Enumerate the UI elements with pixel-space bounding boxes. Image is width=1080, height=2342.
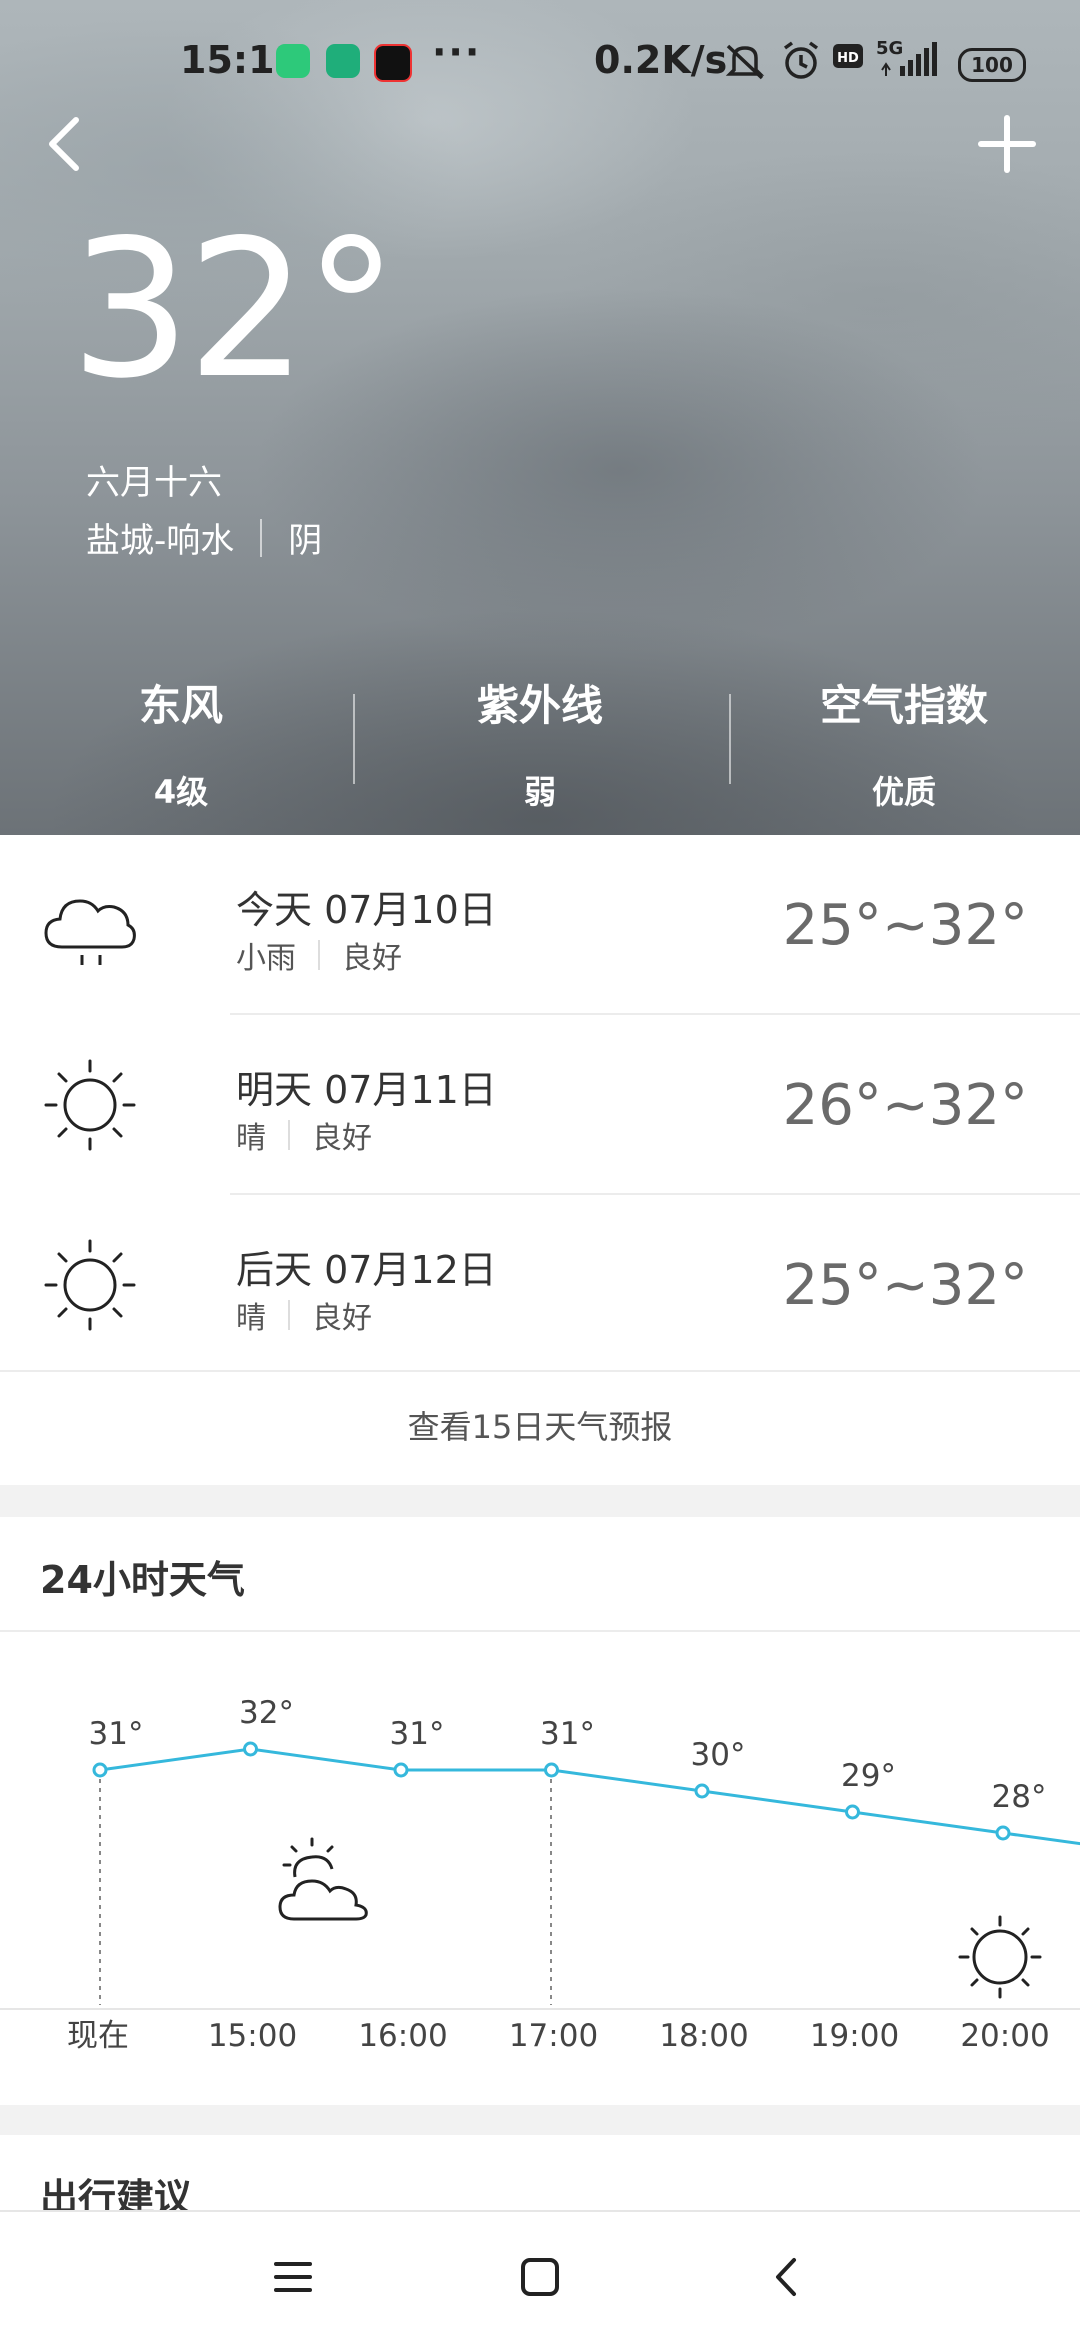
temperature-point — [694, 1783, 710, 1799]
temperature-label: 31° — [390, 1716, 445, 1752]
temperature-label: 32° — [239, 1695, 294, 1731]
temperature-point — [92, 1762, 108, 1778]
system-nav-bar — [0, 2210, 1080, 2342]
hd-icon: HD — [833, 44, 863, 68]
app-icon-fingerprint — [326, 44, 360, 78]
temperature-point — [995, 1825, 1011, 1841]
hour-tick-label: 18:00 — [659, 2018, 748, 2054]
temperature-label: 31° — [89, 1716, 144, 1752]
forecast-air: 良好 — [342, 941, 402, 976]
hour-tick-label: 19:00 — [810, 2018, 899, 2054]
app-icon-green — [276, 44, 310, 78]
temperature-label: 31° — [540, 1716, 595, 1752]
hour-tick-label: 15:00 — [208, 2018, 297, 2054]
net-speed: 0.2K/s — [594, 38, 728, 82]
forecast-date: 明天 07月11日 — [236, 1068, 497, 1112]
forecast-weather: 晴 — [236, 1121, 266, 1156]
hourly-temperature-chart[interactable]: 31° 现在 32° 15:00 31° 16:00 31° 17:00 30° 18:00 29°… — [0, 1517, 1080, 2105]
forecast-range: 26°~32° — [782, 1073, 1028, 1138]
forecast-desc-divider — [288, 1120, 290, 1150]
forecast-weather: 晴 — [236, 1301, 266, 1336]
view-15-day-forecast-link[interactable]: 查看15日天气预报 — [0, 1370, 1080, 1487]
forecast-desc-divider — [288, 1300, 290, 1330]
metric-label: 东风 — [138, 681, 223, 730]
metric-label: 空气指数 — [819, 681, 988, 730]
forecast-range: 25°~32° — [782, 1253, 1028, 1318]
alarm-icon — [783, 41, 819, 79]
back-chevron-icon[interactable] — [38, 112, 90, 176]
temperature-point — [544, 1762, 559, 1778]
forecast-date: 后天 07月12日 — [236, 1248, 497, 1292]
sun-icon — [958, 1915, 1042, 1999]
forecast-row-today[interactable]: 今天 07月10日 小雨 良好 25°~32° — [0, 835, 1080, 1014]
sun-icon — [44, 1239, 136, 1331]
hourly-weather-card: 24小时天气 31° 现在 32° 15:00 31° 16:00 31° 17:00 30° 1… — [0, 1517, 1080, 2105]
temperature-label: 30° — [691, 1737, 746, 1773]
temperature-point — [393, 1762, 409, 1778]
forecast-row-tomorrow[interactable]: 明天 07月11日 晴 良好 26°~32° — [0, 1015, 1080, 1194]
signal-icon — [881, 42, 937, 76]
hour-tick-label: 现在 — [67, 2018, 129, 2054]
status-bar: 15:11 ··· 0.2K/s HD 5G 100 — [0, 0, 1080, 120]
forecast-date: 今天 07月10日 — [236, 888, 497, 932]
metric-divider — [729, 694, 731, 784]
hour-tick-label: 17:00 — [509, 2018, 598, 2054]
temperature-point — [243, 1741, 258, 1757]
location-divider — [260, 518, 263, 557]
partly-cloudy-icon — [278, 1837, 368, 1921]
temperature-point — [845, 1804, 860, 1820]
metric-value: 4级 — [153, 773, 209, 811]
metric-aqi[interactable]: 空气指数 优质 — [754, 672, 1054, 813]
metric-divider — [353, 694, 355, 784]
forecast-row-day-after[interactable]: 后天 07月12日 晴 良好 25°~32° — [0, 1195, 1080, 1374]
forecast-air: 良好 — [312, 1301, 372, 1336]
forecast-desc-divider — [318, 940, 320, 970]
hour-tick-label: 20:00 — [960, 2018, 1049, 2054]
battery-indicator: 100 — [958, 48, 1026, 82]
home-square-icon[interactable] — [505, 2242, 575, 2312]
temperature-label: 29° — [841, 1758, 896, 1794]
app-icon-tiktok — [374, 44, 412, 82]
temperature-line — [99, 1747, 1080, 1846]
forecast-weather: 小雨 — [236, 941, 296, 976]
mute-icon — [725, 44, 765, 80]
rain-cloud-icon — [44, 899, 136, 965]
metric-wind[interactable]: 东风 4级 — [31, 672, 331, 813]
location-line: 盐城-响水 阴 — [86, 513, 322, 562]
forecast-range: 25°~32° — [782, 893, 1028, 958]
forecast-desc: 小雨 良好 — [236, 933, 402, 977]
location-name[interactable]: 盐城-响水 — [86, 513, 234, 562]
hour-tick-label: 16:00 — [358, 2018, 447, 2054]
status-more-dots: ··· — [432, 30, 482, 74]
lunar-date: 六月十六 — [86, 463, 222, 503]
metric-uv[interactable]: 紫外线 弱 — [390, 672, 690, 813]
metric-value: 弱 — [523, 773, 556, 811]
current-condition: 阴 — [288, 521, 323, 561]
menu-icon[interactable] — [258, 2242, 328, 2312]
sun-icon — [44, 1059, 136, 1151]
temperature-label: 28° — [992, 1779, 1047, 1815]
forecast-desc: 晴 良好 — [236, 1113, 372, 1157]
forecast-card: 今天 07月10日 小雨 良好 25°~32° 明天 07月11日 晴 良好 2… — [0, 835, 1080, 1485]
back-triangle-icon[interactable] — [752, 2242, 822, 2312]
metric-label: 紫外线 — [476, 681, 603, 730]
forecast-desc: 晴 良好 — [236, 1293, 372, 1337]
weather-hero: 15:11 ··· 0.2K/s HD 5G 100 32° 六月十六 盐城-响… — [0, 0, 1080, 835]
add-city-plus-icon[interactable] — [975, 112, 1039, 176]
svg-text:HD: HD — [837, 51, 859, 66]
metric-value: 优质 — [871, 773, 936, 811]
current-temperature: 32° — [70, 199, 399, 420]
forecast-air: 良好 — [312, 1121, 372, 1156]
